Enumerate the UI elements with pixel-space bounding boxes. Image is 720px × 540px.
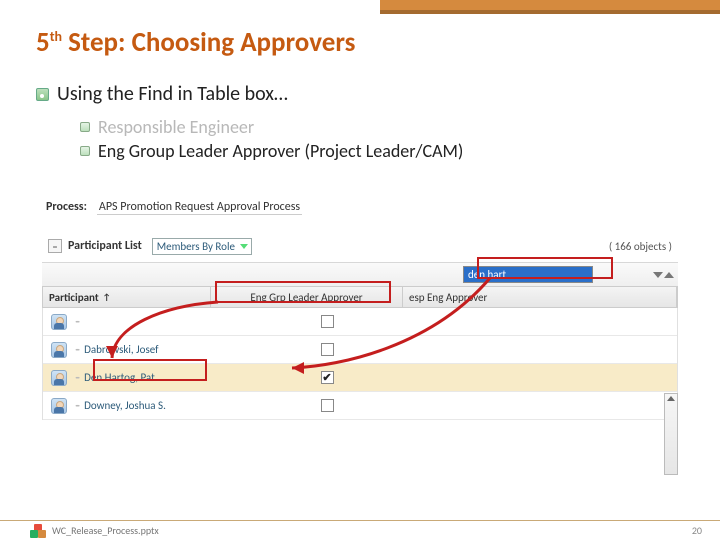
header-eng-grp-leader[interactable]: Eng Grp Leader Approver	[211, 287, 403, 307]
person-icon	[43, 370, 75, 386]
sort-asc-icon[interactable]	[664, 272, 674, 278]
person-icon	[43, 398, 75, 414]
bullet-sub2-text: Eng Group Leader Approver (Project Leade…	[98, 140, 463, 162]
participant-name: ····Downey, Joshua S.	[75, 399, 231, 412]
grid-body: ···· ····Dabrowski, Josef ····Den Hartog…	[42, 308, 678, 420]
person-icon	[43, 342, 75, 358]
slide-footer: WC_Release_Process.pptx 20	[0, 520, 720, 540]
table-row[interactable]: ····Dabrowski, Josef	[43, 336, 677, 364]
approver-checkbox[interactable]: ✔	[231, 371, 423, 384]
find-in-table-container: den hart	[42, 266, 593, 283]
bullet-main: Using the Find in Table box…	[36, 82, 676, 106]
header-participant[interactable]: Participant ↑	[43, 287, 211, 307]
logo-icon	[30, 524, 46, 538]
participant-name: ····	[75, 315, 231, 328]
title-text: Step: Choosing Approvers	[62, 26, 355, 59]
scroll-up-icon	[667, 396, 675, 401]
bullet-sub-2: Eng Group Leader Approver (Project Leade…	[80, 140, 676, 162]
approver-checkbox[interactable]	[231, 343, 423, 356]
table-row-selected[interactable]: ····Den Hartog, Pat ✔	[43, 364, 677, 392]
members-by-role-dropdown[interactable]: Members By Role	[152, 238, 252, 255]
page-number: 20	[692, 524, 702, 537]
sort-arrow-icon: ↑	[103, 292, 111, 303]
slide-accent-brown	[380, 10, 720, 14]
collapse-toggle[interactable]: –	[48, 239, 62, 253]
bullet-sub1-text: Responsible Engineer	[98, 116, 254, 138]
person-icon	[43, 314, 75, 330]
header-resp-eng[interactable]: esp Eng Approver	[403, 287, 677, 307]
slide-accent-orange	[380, 0, 720, 10]
footer-filename: WC_Release_Process.pptx	[52, 524, 159, 537]
screenshot-mock: Process: APS Promotion Request Approval …	[42, 196, 678, 416]
slide-title: 5th Step: Choosing Approvers	[36, 26, 355, 59]
participant-name: ····Dabrowski, Josef	[75, 343, 231, 356]
find-input-value: den hart	[464, 267, 592, 282]
process-row: Process: APS Promotion Request Approval …	[42, 196, 678, 218]
filter-sort-icons	[653, 272, 674, 278]
bullet-sub-1: Responsible Engineer	[80, 116, 676, 138]
step-suffix: th	[50, 28, 62, 45]
bullet-main-text: Using the Find in Table box…	[57, 82, 288, 106]
scrollbar[interactable]	[664, 393, 678, 475]
approver-checkbox[interactable]	[231, 399, 423, 412]
filter-toolbar: den hart	[42, 262, 678, 286]
bullet-icon	[80, 146, 90, 156]
process-label: Process:	[46, 200, 87, 214]
bullet-icon	[80, 122, 90, 132]
grid-header-row: Participant ↑ Eng Grp Leader Approver es…	[42, 286, 678, 308]
content-block: Using the Find in Table box… Responsible…	[36, 82, 676, 162]
object-count: ( 166 objects )	[609, 240, 672, 253]
participant-name: ····Den Hartog, Pat	[75, 371, 231, 384]
process-value: APS Promotion Request Approval Process	[97, 200, 302, 215]
sort-desc-icon[interactable]	[653, 272, 663, 278]
bullet-icon	[36, 88, 49, 101]
approver-checkbox[interactable]	[231, 315, 423, 328]
table-row[interactable]: ····	[43, 308, 677, 336]
participant-list-title: Participant List	[68, 239, 142, 253]
step-number: 5	[36, 26, 50, 59]
table-row[interactable]: ····Downey, Joshua S.	[43, 392, 677, 420]
find-in-table-input[interactable]: den hart	[463, 266, 593, 283]
participant-list-header: – Participant List Members By Role ( 166…	[42, 232, 678, 260]
